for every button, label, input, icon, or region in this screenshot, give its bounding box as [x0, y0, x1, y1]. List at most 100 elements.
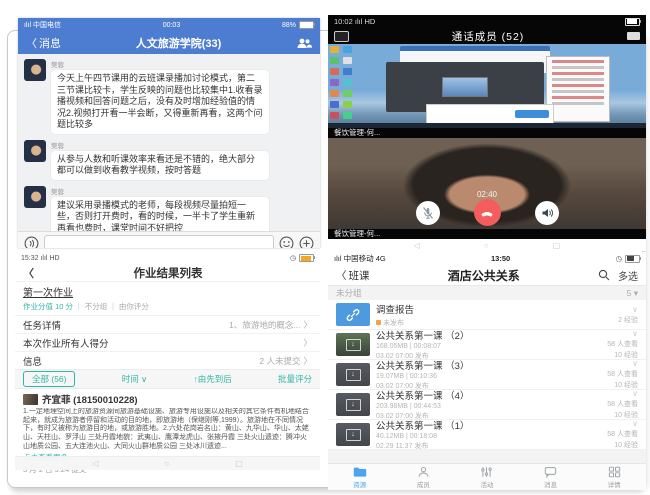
- status-time: 15:32: [21, 255, 39, 262]
- tab-members[interactable]: 成员: [392, 464, 456, 490]
- back-button[interactable]: 〈 班课: [336, 268, 370, 283]
- resource-item-video[interactable]: ↓ 公共关系第一课 （3） 19.07MB | 00:10:36 03.02 0…: [328, 360, 646, 390]
- download-icon: ↓: [346, 399, 361, 411]
- group-filter-row[interactable]: 未分组 5 ▾: [328, 286, 646, 300]
- menu-icon[interactable]: [627, 32, 640, 40]
- chevron-down-icon[interactable]: ∨: [607, 419, 638, 428]
- status-time: 13:50: [491, 254, 510, 263]
- android-home-icon[interactable]: ○: [484, 241, 489, 250]
- desktop-taskbar: [328, 123, 646, 128]
- clock-icon: ◷: [290, 254, 296, 262]
- hd-label: HD: [364, 17, 375, 26]
- alarm-icon: ◷: [615, 254, 622, 263]
- tab-activities[interactable]: 活动: [455, 464, 519, 490]
- tab-resources[interactable]: 资源: [328, 464, 392, 490]
- member-list-panel: [546, 56, 610, 122]
- filter-all-chip[interactable]: 全部 (56): [23, 371, 75, 387]
- carrier-label: ılıl 中国电信: [24, 20, 61, 30]
- chat-screenshot: ılıl 中国电信 00:03 88% 〈 消息 人文旅游学院(33): [18, 18, 320, 248]
- resource-item-video[interactable]: ↓ 公共关系第一课 （4） 203.98MB | 00:44:53 03.02 …: [328, 390, 646, 420]
- signal-icon: ılıl: [355, 17, 363, 26]
- message-bubble[interactable]: 从参与人数和听课效率来看还是不错的，绝大部分都可以做到收看教学视频，按时答题: [51, 151, 269, 180]
- chevron-right-icon: 〉: [303, 319, 312, 331]
- course-screenshot: ılıl 中国移动 4G 13:50 ◷ 〈 班课 酒店公共关系 多选: [328, 252, 646, 490]
- camera-video-feed[interactable]: 02:40: [328, 138, 646, 229]
- chevron-down-icon[interactable]: ∨: [607, 329, 638, 338]
- back-chevron-icon: 〈: [336, 268, 347, 283]
- plus-icon[interactable]: [299, 236, 314, 249]
- video-preview: [442, 77, 488, 97]
- chat-nav-bar: 〈 消息 人文旅游学院(33): [18, 32, 320, 54]
- sender-name: 樊蓉: [51, 59, 269, 69]
- video-thumbnail: ↓: [336, 333, 370, 356]
- info-row[interactable]: 信息 2 人未提交 〉: [15, 351, 320, 369]
- filter-bar: 全部 (56) 时间 ∨ ↑由先到后 批量评分: [15, 369, 320, 389]
- avatar[interactable]: [24, 59, 46, 81]
- message-bubble[interactable]: 建议采用录播模式的老师，每段视频尽量拍短一些，否则打开费时，看的时候，一半卡了学…: [51, 197, 269, 231]
- mute-mic-button[interactable]: [416, 201, 440, 225]
- course-status-bar: ılıl 中国移动 4G 13:50 ◷: [328, 252, 646, 265]
- signal-icon: ılıl: [24, 22, 31, 29]
- assignment-title[interactable]: 第一次作业: [23, 284, 312, 299]
- back-chevron-icon[interactable]: 〈: [23, 265, 34, 281]
- dialog-button: [515, 110, 549, 118]
- message-input[interactable]: [44, 235, 274, 248]
- desktop-icons: [330, 46, 356, 120]
- signal-icon: ılıl: [334, 254, 342, 263]
- android-home-icon[interactable]: ○: [164, 459, 169, 468]
- sort-order-button[interactable]: ↑由先到后: [193, 373, 231, 385]
- multi-select-button[interactable]: 多选: [618, 268, 638, 283]
- call-header: 通话成员 (52): [328, 28, 646, 44]
- avatar[interactable]: [24, 140, 46, 162]
- batch-grade-button[interactable]: 批量评分: [278, 373, 312, 385]
- course-title: 酒店公共关系: [370, 267, 599, 284]
- group-members-icon[interactable]: [296, 37, 312, 49]
- student-avatar: [23, 394, 38, 405]
- android-recents-icon[interactable]: ▢: [235, 459, 243, 468]
- speaker-name-label: 餐饮管理-何...: [328, 229, 646, 239]
- speaker-button[interactable]: [535, 201, 559, 225]
- score-label: 作业分值 10 分: [23, 302, 73, 311]
- tab-details[interactable]: 详情: [582, 464, 646, 490]
- screen-share-icon[interactable]: [334, 31, 349, 42]
- download-icon: ↓: [346, 369, 361, 381]
- back-button[interactable]: 〈 消息: [26, 35, 61, 51]
- shared-desktop-view[interactable]: [328, 44, 646, 128]
- resource-item-video[interactable]: ↓ 公共关系第一课 （1） 40.12MB | 00:18:08 02.29 1…: [328, 420, 646, 450]
- battery-icon: [625, 18, 640, 26]
- emoji-icon[interactable]: [279, 236, 294, 249]
- resource-item-link[interactable]: 调查报告 未发布 ∨ 2 经验: [328, 300, 646, 330]
- chevron-down-icon[interactable]: ∨: [607, 359, 638, 368]
- android-recents-icon[interactable]: ▢: [553, 241, 561, 250]
- sort-time-button[interactable]: 时间 ∨: [122, 373, 148, 385]
- status-time: 10:02: [334, 17, 353, 26]
- chevron-down-icon[interactable]: ∨: [607, 389, 638, 398]
- chat-input-bar: [18, 231, 320, 248]
- empty-space: [328, 450, 646, 463]
- android-nav-bar: ◁ ○ ▢: [328, 239, 646, 251]
- chevron-down-icon[interactable]: ∨: [618, 305, 638, 314]
- dropdown-arrow-icon: ▾: [634, 288, 638, 298]
- battery-icon: [299, 254, 314, 262]
- hang-up-button[interactable]: [474, 199, 501, 226]
- call-screenshot: 10:02 ılıl HD 通话成员 (52): [328, 15, 646, 251]
- download-icon: ↓: [346, 339, 361, 351]
- android-back-icon[interactable]: ◁: [92, 459, 98, 468]
- message-bubble[interactable]: 今天上午四节课用的云班课录播加讨论模式，第二三节课比较卡，学生反映的问题也比较集…: [51, 70, 269, 134]
- android-back-icon[interactable]: ◁: [414, 241, 420, 250]
- call-title: 通话成员 (52): [349, 29, 627, 44]
- tab-messages[interactable]: 消息: [519, 464, 583, 490]
- sliders-icon: [480, 466, 493, 478]
- chat-group-title: 人文旅游学院(33): [61, 35, 296, 51]
- chat-message-list[interactable]: 樊蓉 今天上午四节课用的云班课录播加讨论模式，第二三节课比较卡，学生反映的问题也…: [18, 54, 320, 231]
- video-thumbnail: ↓: [336, 423, 370, 446]
- resource-item-video[interactable]: ↓ 公共关系第一课 （2） 168.05MB | 00:08:07 03.02 …: [328, 330, 646, 360]
- task-detail-row[interactable]: 任务详情 1、旅游地的概念... 〉: [15, 315, 320, 333]
- battery-percent: 88%: [282, 22, 296, 29]
- avatar[interactable]: [24, 186, 46, 208]
- all-scores-row[interactable]: 本次作业所有人得分 〉: [15, 333, 320, 351]
- chat-bubble-icon: [544, 466, 557, 478]
- call-duration: 02:40: [328, 190, 646, 199]
- search-icon[interactable]: [598, 269, 610, 281]
- voice-input-icon[interactable]: [24, 236, 39, 249]
